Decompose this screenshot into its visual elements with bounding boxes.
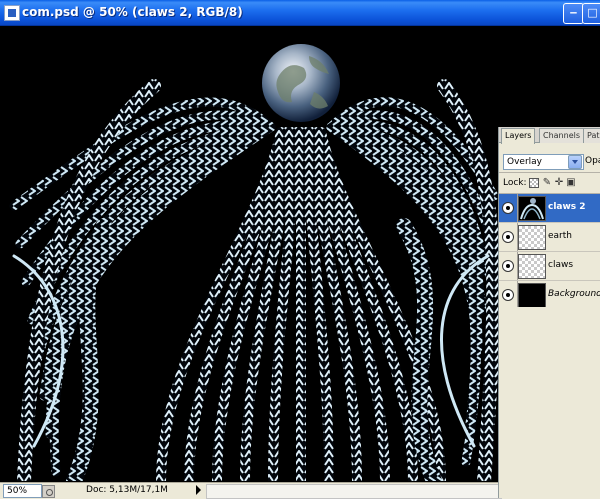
tab-layers[interactable]: Layers (501, 128, 536, 144)
layers-palette: Layers Channels Path Overlay Opa Lock: ✎… (498, 127, 600, 498)
navigator-icon[interactable] (42, 485, 55, 498)
lock-brush-icon[interactable]: ✎ (542, 178, 552, 188)
palette-tabs: Layers Channels Path (499, 127, 600, 144)
maximize-icon: □ (587, 6, 598, 19)
eye-icon (502, 289, 514, 301)
claws-thumbnail-art (519, 197, 545, 220)
layer-row-claws[interactable]: claws (499, 252, 600, 281)
chevron-down-icon[interactable] (568, 155, 582, 169)
layer-name[interactable]: earth (548, 231, 572, 241)
layer-thumbnail (518, 283, 546, 308)
document-size-info: Doc: 5,13M/17,1M (86, 485, 168, 495)
window-title: com.psd @ 50% (claws 2, RGB/8) (22, 5, 243, 19)
layer-thumbnail (518, 225, 546, 250)
eye-icon (502, 231, 514, 243)
visibility-toggle[interactable] (499, 281, 518, 309)
layer-row-earth[interactable]: earth (499, 223, 600, 252)
layer-row-background[interactable]: Background (499, 281, 600, 310)
minimize-button[interactable]: ‒ (563, 3, 584, 24)
tab-channels[interactable]: Channels (539, 128, 585, 143)
zoom-level-field[interactable]: 50% (3, 484, 42, 498)
layer-name[interactable]: Background (548, 289, 600, 299)
visibility-toggle[interactable] (499, 194, 518, 222)
horizontal-scrollbar[interactable] (206, 484, 502, 499)
eye-icon (502, 260, 514, 272)
layer-thumbnail (518, 196, 546, 221)
eye-icon (502, 202, 514, 214)
visibility-toggle[interactable] (499, 223, 518, 251)
fractal-claws-artwork (9, 44, 498, 481)
layer-name[interactable]: claws 2 (548, 202, 586, 212)
layer-name[interactable]: claws (548, 260, 573, 270)
status-menu-arrow-icon[interactable] (196, 485, 201, 495)
lock-label: Lock: (503, 178, 527, 188)
opacity-label: Opa (585, 156, 600, 166)
minimize-icon: ‒ (569, 6, 578, 19)
layers-list-empty-area (499, 307, 600, 498)
photoshop-document-icon (4, 5, 20, 21)
divider (499, 172, 600, 173)
maximize-button[interactable]: □ (582, 3, 600, 24)
lock-all-icon[interactable]: ▣ (566, 178, 576, 188)
lock-transparency-icon[interactable] (529, 178, 539, 188)
title-bar[interactable]: com.psd @ 50% (claws 2, RGB/8) ‒ □ (0, 0, 600, 26)
tab-paths[interactable]: Path (583, 128, 600, 143)
image-canvas[interactable] (4, 26, 498, 481)
lock-move-icon[interactable]: ✛ (554, 178, 564, 188)
layer-thumbnail (518, 254, 546, 279)
visibility-toggle[interactable] (499, 252, 518, 280)
layer-row-claws-2[interactable]: claws 2 (499, 194, 600, 223)
